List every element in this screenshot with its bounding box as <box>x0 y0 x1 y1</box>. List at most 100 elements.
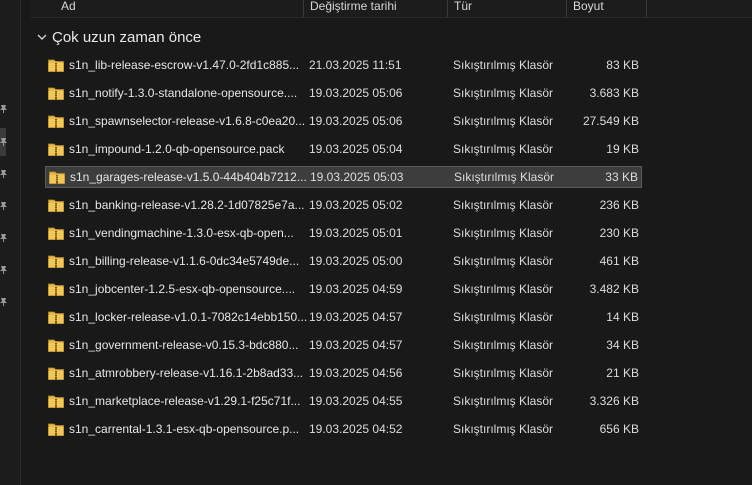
pin-icon[interactable] <box>0 137 8 147</box>
file-date: 21.03.2025 11:51 <box>309 58 402 72</box>
file-name: s1n_government-release-v0.15.3-bdc880... <box>69 338 299 352</box>
pin-icon[interactable] <box>0 265 8 275</box>
pin-icon[interactable] <box>0 201 8 211</box>
file-row[interactable]: s1n_garages-release-v1.5.0-44b404b7212..… <box>45 166 642 188</box>
file-row[interactable]: s1n_carrental-1.3.1-esx-qb-opensource.p.… <box>45 418 642 440</box>
group-header[interactable]: Çok uzun zaman önce <box>36 27 201 47</box>
file-name: s1n_garages-release-v1.5.0-44b404b7212..… <box>70 170 307 184</box>
file-date: 19.03.2025 04:57 <box>309 310 403 324</box>
column-header-name[interactable]: Ad <box>55 0 303 17</box>
file-date: 19.03.2025 05:00 <box>309 254 403 268</box>
file-size: 656 KB <box>599 422 639 436</box>
file-type: Sıkıştırılmış Klasör <box>453 198 554 212</box>
pin-icon[interactable] <box>0 169 8 179</box>
zip-folder-icon <box>48 283 64 296</box>
file-name: s1n_lib-release-escrow-v1.47.0-2fd1c885.… <box>69 58 300 72</box>
file-date: 19.03.2025 04:55 <box>309 394 403 408</box>
file-type: Sıkıştırılmış Klasör <box>453 366 554 380</box>
file-row[interactable]: s1n_locker-release-v1.0.1-7082c14ebb150.… <box>45 306 642 328</box>
file-type: Sıkıştırılmış Klasör <box>453 422 554 436</box>
file-size: 461 KB <box>599 254 639 268</box>
file-size: 3.326 KB <box>589 394 639 408</box>
file-size: 33 KB <box>605 170 638 184</box>
file-name: s1n_locker-release-v1.0.1-7082c14ebb150.… <box>69 310 307 324</box>
file-row[interactable]: s1n_vendingmachine-1.3.0-esx-qb-open... 1… <box>45 222 642 244</box>
file-name: s1n_vendingmachine-1.3.0-esx-qb-open... <box>69 226 294 240</box>
file-type: Sıkıştırılmış Klasör <box>453 394 554 408</box>
file-name: s1n_billing-release-v1.1.6-0dc34e5749de.… <box>69 254 300 268</box>
file-date: 19.03.2025 05:01 <box>309 226 403 240</box>
zip-folder-icon <box>49 171 65 184</box>
file-row[interactable]: s1n_atmrobbery-release-v1.16.1-2b8ad33..… <box>45 362 642 384</box>
file-type: Sıkıştırılmış Klasör <box>453 114 554 128</box>
zip-folder-icon <box>48 59 64 72</box>
file-row[interactable]: s1n_billing-release-v1.1.6-0dc34e5749de.… <box>45 250 642 272</box>
file-size: 14 KB <box>606 310 639 324</box>
file-row[interactable]: s1n_banking-release-v1.28.2-1d07825e7a..… <box>45 194 642 216</box>
navigation-pane <box>0 0 21 485</box>
file-date: 19.03.2025 04:52 <box>309 422 403 436</box>
file-name: s1n_jobcenter-1.2.5-esx-qb-opensource...… <box>69 282 296 296</box>
zip-folder-icon <box>48 199 64 212</box>
file-size: 21 KB <box>606 366 639 380</box>
zip-folder-icon <box>48 255 64 268</box>
file-size: 83 KB <box>606 58 639 72</box>
file-row[interactable]: s1n_spawnselector-release-v1.6.8-c0ea20.… <box>45 110 642 132</box>
column-header-size[interactable]: Boyut <box>566 0 647 17</box>
file-type: Sıkıştırılmış Klasör <box>453 254 554 268</box>
column-header: Ad Değiştirme tarihi Tür Boyut <box>31 0 752 18</box>
file-name: s1n_spawnselector-release-v1.6.8-c0ea20.… <box>69 114 306 128</box>
column-header-date[interactable]: Değiştirme tarihi <box>303 0 447 17</box>
zip-folder-icon <box>48 395 64 408</box>
file-row[interactable]: s1n_government-release-v0.15.3-bdc880...… <box>45 334 642 356</box>
file-date: 19.03.2025 04:56 <box>309 366 403 380</box>
file-type: Sıkıştırılmış Klasör <box>453 282 554 296</box>
file-date: 19.03.2025 04:57 <box>309 338 403 352</box>
file-date: 19.03.2025 04:59 <box>309 282 403 296</box>
file-type: Sıkıştırılmış Klasör <box>453 310 554 324</box>
zip-folder-icon <box>48 311 64 324</box>
file-name: s1n_impound-1.2.0-qb-opensource.pack <box>69 142 285 156</box>
pin-icon[interactable] <box>0 104 8 114</box>
file-size: 34 KB <box>606 338 639 352</box>
group-label: Çok uzun zaman önce <box>52 28 202 46</box>
file-row[interactable]: s1n_notify-1.3.0-standalone-opensource..… <box>45 82 642 104</box>
zip-folder-icon <box>48 143 64 156</box>
file-type: Sıkıştırılmış Klasör <box>453 58 554 72</box>
file-size: 3.482 KB <box>589 282 639 296</box>
file-row[interactable]: s1n_lib-release-escrow-v1.47.0-2fd1c885.… <box>45 54 642 76</box>
chevron-down-icon[interactable] <box>36 31 48 43</box>
file-name: s1n_notify-1.3.0-standalone-opensource..… <box>69 86 298 100</box>
zip-folder-icon <box>48 115 64 128</box>
zip-folder-icon <box>48 367 64 380</box>
column-header-type[interactable]: Tür <box>447 0 566 17</box>
file-row[interactable]: s1n_marketplace-release-v1.29.1-f25c71f.… <box>45 390 642 412</box>
file-date: 19.03.2025 05:02 <box>309 198 403 212</box>
file-size: 236 KB <box>599 198 639 212</box>
zip-folder-icon <box>48 227 64 240</box>
file-date: 19.03.2025 05:06 <box>309 86 403 100</box>
pin-icon[interactable] <box>0 297 8 307</box>
file-size: 230 KB <box>599 226 639 240</box>
file-row[interactable]: s1n_impound-1.2.0-qb-opensource.pack 19.0… <box>45 138 642 160</box>
file-name: s1n_banking-release-v1.28.2-1d07825e7a..… <box>69 198 305 212</box>
file-date: 19.03.2025 05:04 <box>309 142 403 156</box>
file-name: s1n_carrental-1.3.1-esx-qb-opensource.p.… <box>69 422 300 436</box>
file-row[interactable]: s1n_jobcenter-1.2.5-esx-qb-opensource...… <box>45 278 642 300</box>
file-type: Sıkıştırılmış Klasör <box>454 170 555 184</box>
zip-folder-icon <box>48 423 64 436</box>
file-date: 19.03.2025 05:06 <box>309 114 403 128</box>
file-date: 19.03.2025 05:03 <box>310 170 404 184</box>
file-size: 27.549 KB <box>582 114 639 128</box>
pin-icon[interactable] <box>0 233 8 243</box>
file-type: Sıkıştırılmış Klasör <box>453 226 554 240</box>
zip-folder-icon <box>48 87 64 100</box>
zip-folder-icon <box>48 339 64 352</box>
file-name: s1n_atmrobbery-release-v1.16.1-2b8ad33..… <box>69 366 304 380</box>
file-type: Sıkıştırılmış Klasör <box>453 86 554 100</box>
file-size: 3.683 KB <box>589 86 639 100</box>
file-type: Sıkıştırılmış Klasör <box>453 142 554 156</box>
file-size: 19 KB <box>606 142 639 156</box>
file-type: Sıkıştırılmış Klasör <box>453 338 554 352</box>
file-name: s1n_marketplace-release-v1.29.1-f25c71f.… <box>69 394 301 408</box>
